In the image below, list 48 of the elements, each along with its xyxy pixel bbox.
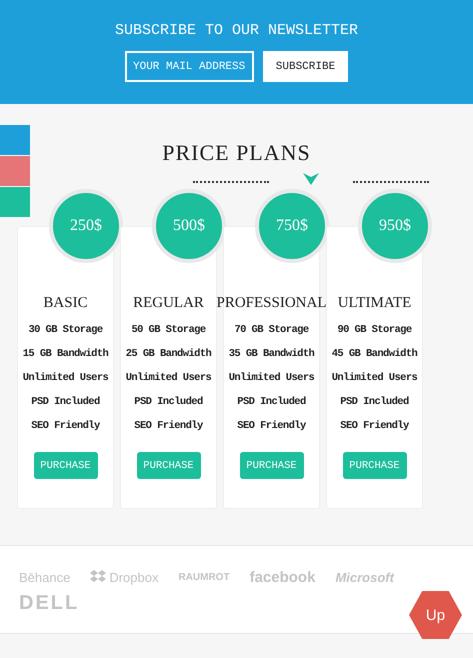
partner-logo: Dropbox — [109, 570, 158, 584]
partner-logo: Bēhance — [19, 570, 70, 584]
purchase-button[interactable]: PURCHASE — [240, 452, 304, 479]
partner-logo: Microsoft — [335, 570, 394, 584]
plan-feature: 30 GB Storage — [28, 323, 103, 338]
price-badge: 250$ — [49, 189, 123, 263]
partner-logo: DELL — [19, 592, 80, 614]
plan-feature: SEO Friendly — [31, 419, 100, 434]
color-swatch[interactable] — [0, 187, 30, 217]
price-badge: 750$ — [255, 189, 329, 263]
plan-feature: PSD Included — [134, 395, 203, 410]
newsletter-title: SUBSCRIBE TO OUR NEWSLETTER — [114, 22, 358, 39]
plan-feature: 45 GB Bandwidth — [332, 347, 418, 362]
price-badge: 500$ — [152, 189, 226, 263]
plan-name: PROFESSIONAL — [216, 295, 327, 312]
color-swatch[interactable] — [0, 125, 30, 155]
partner-logo: RAUMROT — [178, 572, 230, 582]
purchase-button[interactable]: PURCHASE — [136, 452, 200, 479]
plan-feature: PSD Included — [340, 395, 409, 410]
partner-logo: facebook — [250, 568, 316, 586]
color-swatch[interactable] — [0, 156, 30, 186]
arrow-down-icon — [303, 173, 319, 185]
plan-feature: SEO Friendly — [340, 419, 409, 434]
plan-feature: SEO Friendly — [134, 419, 203, 434]
section-title: PRICE PLANS — [161, 140, 312, 166]
plan-feature: Unlimited Users — [22, 371, 108, 386]
plan-feature: Unlimited Users — [332, 371, 418, 386]
plan-feature: PSD Included — [237, 395, 306, 410]
plan-name: REGULAR — [133, 295, 204, 312]
plan-feature: 50 GB Storage — [131, 323, 206, 338]
plan-name: BASIC — [43, 295, 88, 312]
price-badge: 950$ — [358, 189, 432, 263]
plan-feature: 25 GB Bandwidth — [126, 347, 212, 362]
email-field[interactable]: YOUR MAIL ADDRESS — [125, 51, 254, 82]
plan-feature: 90 GB Storage — [337, 323, 412, 338]
plan-name: ULTIMATE — [338, 295, 412, 312]
plan-feature: SEO Friendly — [237, 419, 306, 434]
subscribe-button[interactable]: SUBSCRIBE — [263, 51, 348, 82]
purchase-button[interactable]: PURCHASE — [34, 452, 98, 479]
plan-feature: 35 GB Bandwidth — [228, 347, 314, 362]
plan-feature: 15 GB Bandwidth — [22, 347, 108, 362]
purchase-button[interactable]: PURCHASE — [342, 452, 406, 479]
plan-feature: Unlimited Users — [126, 371, 212, 386]
up-button[interactable]: Up — [409, 591, 462, 639]
plan-feature: Unlimited Users — [228, 371, 314, 386]
box-icon — [90, 570, 106, 584]
plan-feature: PSD Included — [31, 395, 100, 410]
plan-feature: 70 GB Storage — [234, 323, 309, 338]
